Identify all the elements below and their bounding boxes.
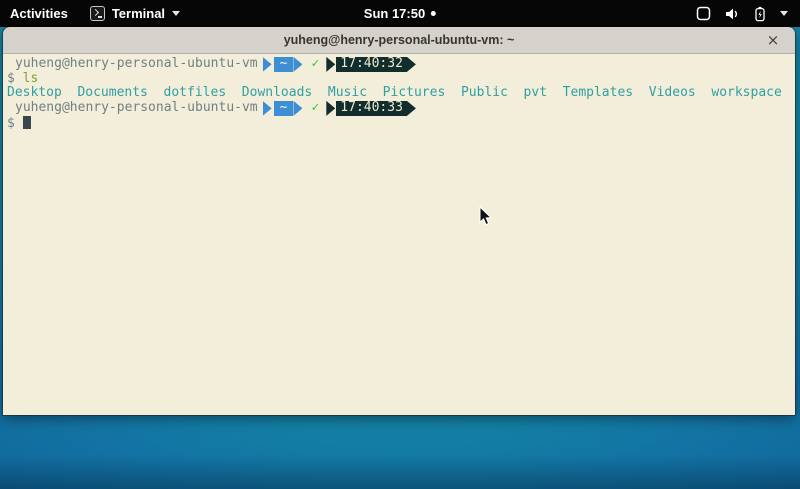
directory-name: Documents xyxy=(77,85,147,100)
prompt-user-host: yuheng@henry-personal-ubuntu-vm xyxy=(15,57,258,72)
screen-icon xyxy=(696,6,711,21)
desktop-screen: Activities Terminal Sun 17:50 xyxy=(0,0,800,489)
terminal-cursor xyxy=(23,116,31,129)
powerline-arrow-icon xyxy=(407,101,416,116)
ls-output-line: Desktop Documents dotfiles Downloads Music Pi… xyxy=(7,86,795,101)
powerline-arrow-icon xyxy=(263,101,272,116)
prompt-dollar: $ xyxy=(7,71,15,86)
command-line: $ ls xyxy=(7,72,795,87)
powerline-segments: ~ ✓ 17:40:32 xyxy=(263,57,416,72)
status-check-icon: ✓ xyxy=(311,101,319,116)
close-button[interactable]: × xyxy=(761,27,785,53)
powerline-arrow-icon xyxy=(293,101,302,116)
status-check-icon: ✓ xyxy=(311,57,319,72)
prompt-path-segment: ~ xyxy=(274,57,294,72)
chevron-down-icon xyxy=(172,11,180,16)
input-line[interactable]: $ xyxy=(7,116,795,131)
clock-label: Sun 17:50 xyxy=(364,6,425,21)
prompt-dollar: $ xyxy=(7,116,15,131)
powerline-arrow-icon xyxy=(263,57,272,72)
battery-charging-icon xyxy=(753,6,767,22)
notification-dot-icon xyxy=(431,11,436,16)
directory-name: Templates xyxy=(563,85,633,100)
directory-name: Downloads xyxy=(242,85,312,100)
activities-button[interactable]: Activities xyxy=(0,0,80,27)
terminal-content[interactable]: yuheng@henry-personal-ubuntu-vm ~ ✓ 17:4… xyxy=(3,54,795,415)
prompt-time-segment: 17:40:33 xyxy=(336,101,407,116)
directory-name: Pictures xyxy=(383,85,446,100)
top-bar: Activities Terminal Sun 17:50 xyxy=(0,0,800,27)
prompt-line: yuheng@henry-personal-ubuntu-vm ~ ✓ 17:4… xyxy=(7,57,795,72)
directory-name: Desktop xyxy=(7,85,62,100)
powerline-arrow-icon xyxy=(326,101,335,116)
powerline-segments: ~ ✓ 17:40:33 xyxy=(263,101,416,116)
app-menu-terminal[interactable]: Terminal xyxy=(80,0,190,27)
directory-name: dotfiles xyxy=(164,85,227,100)
system-status-menu[interactable] xyxy=(692,0,792,27)
powerline-arrow-icon xyxy=(407,57,416,72)
terminal-app-icon xyxy=(90,6,105,21)
app-menu-label: Terminal xyxy=(112,6,165,21)
directory-name: pvt xyxy=(524,85,547,100)
window-title: yuheng@henry-personal-ubuntu-vm: ~ xyxy=(284,33,515,47)
directory-name: Videos xyxy=(649,85,696,100)
directory-name: Public xyxy=(461,85,508,100)
prompt-line: yuheng@henry-personal-ubuntu-vm ~ ✓ 17:4… xyxy=(7,101,795,116)
volume-icon xyxy=(724,6,740,22)
powerline-arrow-icon xyxy=(326,57,335,72)
powerline-arrow-icon xyxy=(293,57,302,72)
directory-name: workspace xyxy=(711,85,781,100)
prompt-time-segment: 17:40:32 xyxy=(336,57,407,72)
prompt-user-host: yuheng@henry-personal-ubuntu-vm xyxy=(15,101,258,116)
command-text: ls xyxy=(23,71,39,86)
clock-menu[interactable]: Sun 17:50 xyxy=(364,0,436,27)
prompt-path-segment: ~ xyxy=(274,101,294,116)
chevron-down-icon xyxy=(780,11,788,16)
terminal-window: yuheng@henry-personal-ubuntu-vm: ~ × yuh… xyxy=(3,27,795,415)
directory-name: Music xyxy=(328,85,367,100)
window-titlebar[interactable]: yuheng@henry-personal-ubuntu-vm: ~ × xyxy=(3,27,795,54)
